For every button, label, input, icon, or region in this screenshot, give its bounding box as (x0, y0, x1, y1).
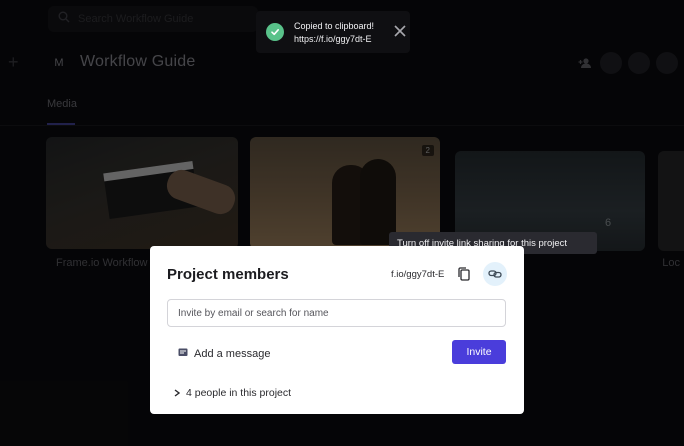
add-project-icon[interactable]: + (8, 52, 19, 73)
member-avatar[interactable] (656, 52, 678, 74)
card-title: Loc (662, 257, 680, 269)
member-avatar[interactable] (628, 52, 650, 74)
project-members-modal: Project members f.io/ggy7dt-E Add a mess… (150, 246, 524, 414)
header-actions (576, 52, 678, 74)
card-title: Frame.io Workflow (56, 257, 148, 269)
search-input[interactable] (78, 13, 248, 25)
link-icon (488, 270, 502, 278)
close-icon[interactable] (392, 23, 408, 39)
toast-title: Copied to clipboard! (294, 20, 375, 31)
people-list-toggle[interactable]: 4 people in this project (174, 384, 291, 402)
project-title: Workflow Guide (80, 53, 196, 70)
copy-link-button[interactable] (456, 266, 472, 282)
toast-url: https://f.io/ggy7dt-E (294, 33, 372, 44)
workspace-avatar[interactable]: M (50, 54, 68, 72)
media-card[interactable] (46, 137, 238, 249)
tab-media[interactable]: Media (47, 98, 77, 110)
divider (0, 125, 684, 126)
member-avatar[interactable] (600, 52, 622, 74)
chevron-right-icon (174, 384, 181, 402)
version-badge: 2 (421, 145, 434, 156)
check-icon (266, 23, 284, 41)
add-message-label: Add a message (194, 348, 271, 360)
copy-icon (458, 267, 470, 281)
add-message-toggle[interactable]: Add a message (178, 345, 270, 363)
invite-button[interactable]: Invite (452, 340, 506, 364)
message-icon (178, 345, 188, 363)
invite-link-text: f.io/ggy7dt-E (391, 269, 445, 280)
people-count-label: 4 people in this project (186, 387, 292, 399)
item-count: 6 (605, 217, 612, 229)
media-card[interactable] (658, 151, 684, 251)
toggle-link-sharing-button[interactable] (483, 262, 507, 286)
modal-title: Project members (167, 266, 289, 283)
add-user-icon[interactable] (576, 54, 594, 72)
hand-thumbnail (162, 165, 238, 219)
search-icon (58, 10, 70, 28)
clipboard-toast: Copied to clipboard! https://f.io/ggy7dt… (256, 11, 410, 53)
toast-text: Copied to clipboard! https://f.io/ggy7dt… (294, 21, 374, 44)
search-bar[interactable] (48, 6, 258, 32)
invite-search-input[interactable] (167, 299, 506, 327)
